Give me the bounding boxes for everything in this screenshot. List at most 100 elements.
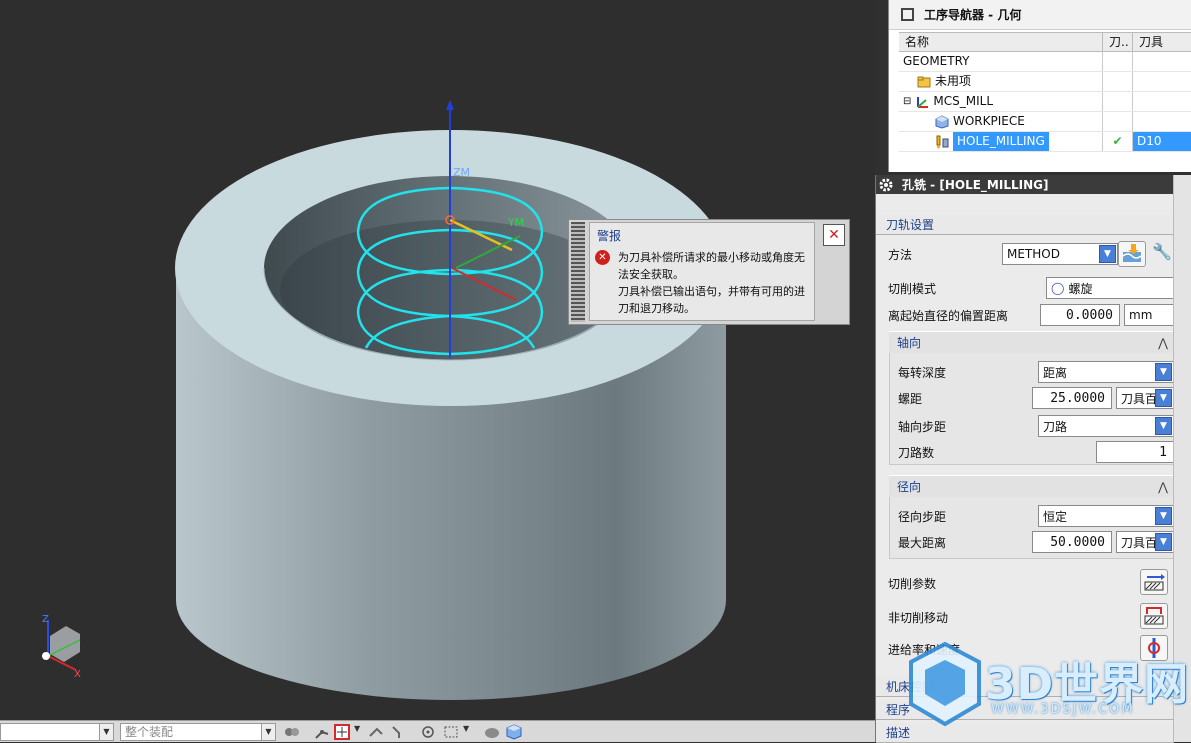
chevron-down-icon[interactable]: ▼ <box>261 724 275 740</box>
close-icon[interactable]: ✕ <box>823 224 845 246</box>
filter-icon[interactable] <box>284 724 300 740</box>
collapse-up-icon[interactable]: ⋀ <box>1158 476 1168 498</box>
cut-mode-select[interactable]: ◯ 螺旋 <box>1046 277 1174 299</box>
cube-view-icon[interactable] <box>506 724 522 740</box>
method-select[interactable]: METHOD ▼ <box>1002 243 1118 265</box>
type-filter-select[interactable]: ▼ <box>0 723 114 741</box>
depth-per-rev-row: 每转深度 距离 ▼ <box>876 360 1174 384</box>
non-cut-moves-icon <box>1144 607 1164 625</box>
dialog-title-bar: 孔铣 - [HOLE_MILLING] <box>876 175 1173 194</box>
pitch-row: 螺距 25.0000 刀具百 ▼ <box>876 386 1174 410</box>
method-label: 方法 <box>888 248 913 262</box>
radial-section-header[interactable]: 径向 ⋀ <box>889 475 1174 497</box>
warning-title: 警报 <box>597 229 622 243</box>
cut-mode-row: 切削模式 ◯ 螺旋 <box>876 276 1174 300</box>
warning-line-1: 为刀具补偿所请求的最小移动或角度无法安全获取。 <box>618 251 805 281</box>
svg-text:X: X <box>74 669 81 680</box>
tree-row-geometry[interactable]: GEOMETRY <box>899 52 1191 72</box>
helix-mode-icon: ◯ <box>1051 281 1065 295</box>
selection-toolbar: ▼ 整个装配 ▼ ▼ ▼ <box>0 720 875 742</box>
zm-label: ZM <box>453 166 470 179</box>
part-model: ZM YM Z X <box>42 100 727 700</box>
chevron-down-icon[interactable]: ▼ <box>463 724 479 740</box>
tree-row-hole-milling[interactable]: HOLE_MILLING ✔ D10 <box>899 132 1191 152</box>
cube-logo-icon <box>909 641 981 727</box>
ym-label: YM <box>507 216 524 229</box>
navigator-title: 工序导航器 - 几何 <box>924 8 1022 22</box>
chevron-down-icon[interactable]: ▼ <box>99 724 113 740</box>
passes-input[interactable]: 1 <box>1096 441 1174 463</box>
navigator-tree[interactable]: 名称 刀.. 刀具 GEOMETRY 未用项 ⊟ MCS_MILL WORKPI… <box>899 32 1191 152</box>
offset-unit-select[interactable]: mm <box>1124 304 1174 326</box>
pitch-input[interactable]: 25.0000 <box>1032 387 1112 409</box>
svg-text:Z: Z <box>42 614 49 625</box>
axial-step-row: 轴向步距 刀路 ▼ <box>876 414 1174 438</box>
tree-row-workpiece[interactable]: WORKPIECE <box>899 112 1191 132</box>
chevron-down-icon[interactable]: ▼ <box>1155 417 1172 435</box>
mcs-icon <box>917 96 929 108</box>
snap-midpoint-icon[interactable] <box>390 724 406 740</box>
snap-center-icon[interactable] <box>420 724 436 740</box>
snap-point-icon[interactable] <box>314 724 330 740</box>
path-ok-icon: ✔ <box>1103 132 1133 151</box>
chevron-down-icon[interactable]: ▼ <box>1155 363 1172 381</box>
tree-row-mcs-mill[interactable]: ⊟ MCS_MILL <box>899 92 1191 112</box>
offset-row: 离起始直径的偏置距离 0.0000 mm <box>876 303 1174 327</box>
navigator-title-bar: 工序导航器 - 几何 <box>889 0 1191 30</box>
navigator-header: 名称 刀.. 刀具 <box>899 32 1191 52</box>
axial-section-header[interactable]: 轴向 ⋀ <box>889 331 1174 353</box>
operation-navigator: 工序导航器 - 几何 名称 刀.. 刀具 GEOMETRY 未用项 ⊟ MCS_… <box>888 0 1191 172</box>
warning-line-2: 刀具补偿已输出语句，并带有可用的进刀和退刀移动。 <box>618 285 805 315</box>
tool-cell: D10 <box>1133 132 1191 151</box>
collapse-icon[interactable]: ⊟ <box>903 92 911 111</box>
tree-row-unused[interactable]: 未用项 <box>899 72 1191 92</box>
watermark-url: WWW.3DSJW.COM <box>991 702 1135 717</box>
warning-message: 为刀具补偿所请求的最小移动或角度无法安全获取。 刀具补偿已输出语句，并带有可用的… <box>618 249 814 317</box>
graphics-viewport[interactable]: ZM YM Z X <box>0 0 875 720</box>
chevron-down-icon[interactable]: ▼ <box>1099 245 1116 263</box>
snap-endpoint-icon[interactable] <box>368 724 384 740</box>
gear-icon[interactable] <box>878 177 894 193</box>
offset-input[interactable]: 0.0000 <box>1040 304 1120 326</box>
chevron-down-icon[interactable]: ▼ <box>1155 389 1172 407</box>
column-name[interactable]: 名称 <box>899 33 1103 51</box>
checkbox-icon[interactable] <box>901 8 914 21</box>
folder-icon <box>917 76 931 87</box>
non-cut-moves-button[interactable] <box>1140 603 1168 629</box>
method-row: 方法 METHOD ▼ 🔧 <box>876 241 1174 267</box>
axial-step-select[interactable]: 刀路 ▼ <box>1038 415 1174 437</box>
cut-params-icon <box>1144 574 1165 591</box>
cut-params-button[interactable] <box>1140 569 1168 595</box>
chevron-down-icon[interactable]: ▼ <box>1155 507 1172 525</box>
radial-step-select[interactable]: 恒定 ▼ <box>1038 505 1174 527</box>
non-cut-row: 非切削移动 <box>876 603 1174 629</box>
workpiece-icon <box>935 114 949 129</box>
rectangle-select-icon[interactable] <box>443 724 459 740</box>
snap-cursor-icon[interactable] <box>334 724 350 740</box>
passes-row: 刀路数 1 <box>876 440 1174 464</box>
max-distance-unit-select[interactable]: 刀具百 ▼ <box>1116 531 1174 553</box>
column-tool[interactable]: 刀具 <box>1133 33 1191 51</box>
max-distance-input[interactable]: 50.0000 <box>1032 531 1112 553</box>
error-icon: ✕ <box>595 250 610 265</box>
wrench-icon[interactable]: 🔧 <box>1152 242 1172 266</box>
depth-per-rev-select[interactable]: 距离 ▼ <box>1038 361 1174 383</box>
section-path-settings[interactable]: 刀轨设置 <box>876 215 1174 235</box>
view-triad: Z X <box>42 614 81 680</box>
chevron-down-icon[interactable]: ▼ <box>1155 533 1172 551</box>
max-distance-row: 最大距离 50.0000 刀具百 ▼ <box>876 530 1174 554</box>
cut-params-row: 切削参数 <box>876 569 1174 595</box>
column-path[interactable]: 刀.. <box>1103 33 1133 51</box>
pitch-unit-select[interactable]: 刀具百 ▼ <box>1116 387 1174 409</box>
method-edit-button[interactable] <box>1118 241 1146 267</box>
radial-step-row: 径向步距 恒定 ▼ <box>876 504 1174 528</box>
drag-handle[interactable] <box>571 222 585 322</box>
warning-popup: 警报 ✕ 为刀具补偿所请求的最小移动或角度无法安全获取。 刀具补偿已输出语句，并… <box>568 219 850 325</box>
shaded-view-icon[interactable] <box>484 724 500 740</box>
assembly-filter-select[interactable]: 整个装配 ▼ <box>120 723 276 741</box>
collapse-up-icon[interactable]: ⋀ <box>1158 332 1168 354</box>
dialog-title: 孔铣 - [HOLE_MILLING] <box>902 178 1049 192</box>
site-watermark: 3D世界网 WWW.3DSJW.COM <box>905 640 1191 730</box>
edit-method-icon <box>1122 244 1142 262</box>
operation-icon <box>936 135 949 148</box>
